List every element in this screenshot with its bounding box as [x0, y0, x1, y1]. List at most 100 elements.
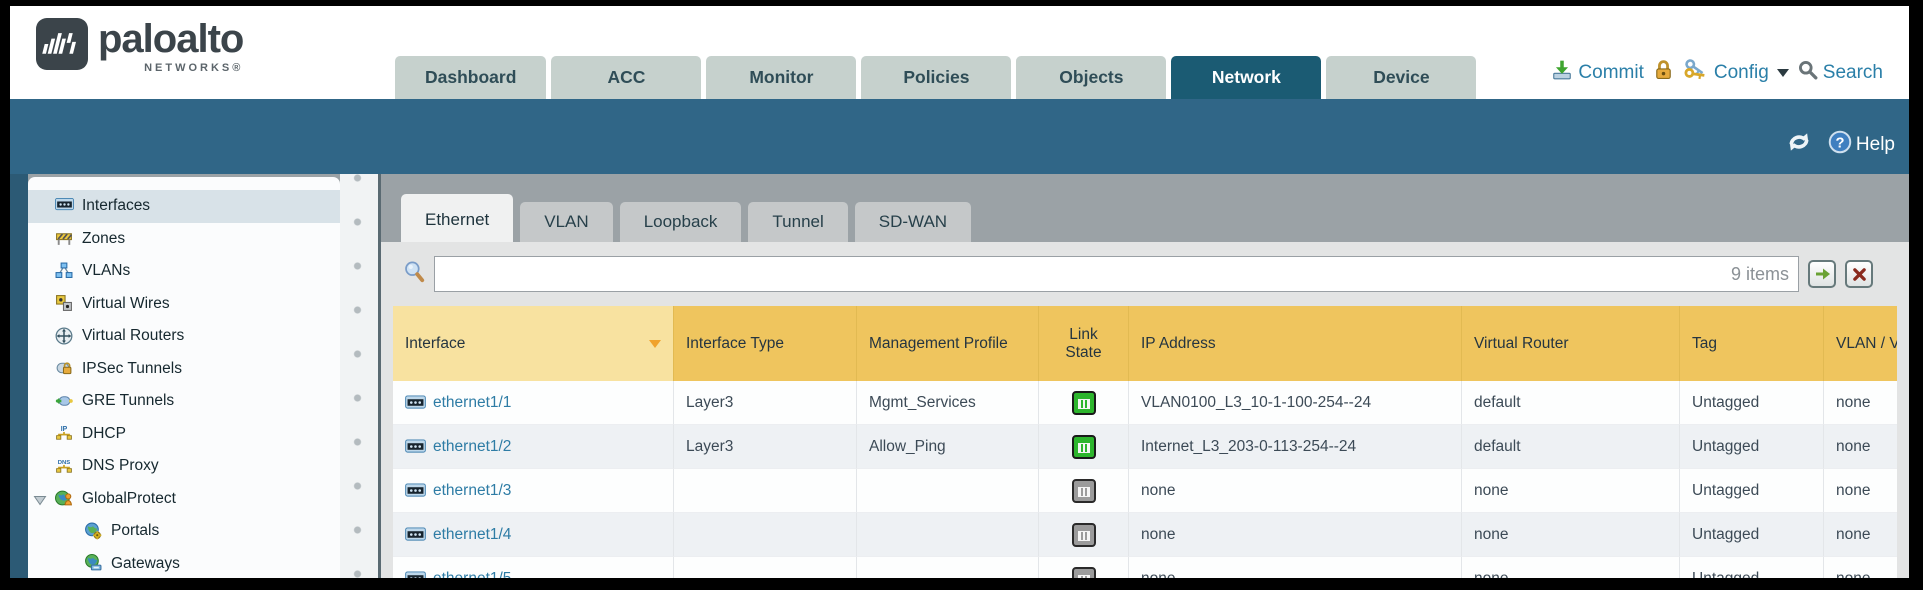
management-profile-cell: Mgmt_Services	[857, 381, 1039, 425]
column-header-virtual-router[interactable]: Virtual Router	[1462, 306, 1680, 381]
tab-objects[interactable]: Objects	[1016, 56, 1166, 99]
interface-cell: ethernet1/3	[393, 469, 674, 513]
interface-icon	[405, 483, 426, 498]
sidebar-item-vlans[interactable]: VLANs	[28, 255, 340, 288]
content-area: Interfaces Zones VLANs	[10, 174, 1909, 578]
tab-network[interactable]: Network	[1171, 56, 1321, 99]
sidebar-item-ipsec-tunnels[interactable]: IPSec Tunnels	[28, 353, 340, 386]
sidebar-splitter[interactable]	[340, 174, 381, 578]
help-label: Help	[1856, 134, 1895, 156]
table-row: ethernet1/3 none none Untagged none	[393, 469, 1897, 513]
column-header-ip-address[interactable]: IP Address	[1129, 306, 1462, 381]
interface-link[interactable]: ethernet1/2	[433, 438, 511, 456]
interfaces-table: Interface Interface Type Management Prof…	[393, 306, 1897, 578]
virtual-router-cell: default	[1462, 425, 1680, 469]
config-keys-icon	[1683, 59, 1709, 87]
sidebar-item-label: GlobalProtect	[82, 490, 176, 508]
link-state-cell	[1039, 557, 1129, 578]
tab-monitor[interactable]: Monitor	[706, 56, 856, 99]
interface-cell: ethernet1/4	[393, 513, 674, 557]
sort-dropdown-icon[interactable]	[649, 340, 661, 348]
interface-link[interactable]: ethernet1/5	[433, 570, 511, 579]
config-menu[interactable]: Config	[1683, 59, 1789, 87]
sidebar-item-zones[interactable]: Zones	[28, 223, 340, 256]
virtual-wires-icon	[55, 294, 74, 313]
interface-type-cell: Layer3	[674, 425, 857, 469]
interface-link[interactable]: ethernet1/1	[433, 394, 511, 412]
tab-vlan[interactable]: VLAN	[520, 202, 612, 242]
sidebar-item-label: GRE Tunnels	[82, 392, 174, 410]
paloalto-logo-icon	[36, 18, 88, 70]
sidebar-item-label: Gateways	[111, 555, 180, 573]
interface-cell: ethernet1/1	[393, 381, 674, 425]
sidebar-item-gre-tunnels[interactable]: GRE Tunnels	[28, 385, 340, 418]
sidebar-item-virtual-routers[interactable]: Virtual Routers	[28, 320, 340, 353]
sidebar-item-dns-proxy[interactable]: DNS DNS Proxy	[28, 450, 340, 483]
sidebar-item-interfaces[interactable]: Interfaces	[28, 190, 340, 223]
dhcp-icon: IP	[55, 424, 74, 443]
sidebar-item-gateways[interactable]: Gateways	[28, 548, 340, 579]
gre-tunnels-icon	[55, 392, 74, 411]
main-pane: Ethernet VLAN Loopback Tunnel SD-WAN 9 i…	[381, 174, 1909, 578]
tab-device[interactable]: Device	[1326, 56, 1476, 99]
header-utilities: Commit Config Search	[1551, 59, 1883, 87]
sidebar-item-label: DNS Proxy	[82, 457, 159, 475]
vlan-wire-cell: none	[1824, 425, 1897, 469]
management-profile-cell	[857, 513, 1039, 557]
vlan-wire-cell: none	[1824, 513, 1897, 557]
apply-filter-button[interactable]	[1808, 260, 1836, 288]
tab-acc[interactable]: ACC	[551, 56, 701, 99]
tab-ethernet[interactable]: Ethernet	[401, 194, 513, 242]
column-header-interface[interactable]: Interface	[393, 306, 674, 381]
sidebar-item-label: DHCP	[82, 425, 126, 443]
config-label: Config	[1714, 62, 1769, 84]
clear-filter-button[interactable]	[1845, 260, 1873, 288]
interface-icon	[405, 527, 426, 542]
sidebar-item-virtual-wires[interactable]: Virtual Wires	[28, 288, 340, 321]
sidebar-item-portals[interactable]: Portals	[28, 515, 340, 548]
top-header: paloalto NETWORKS® Dashboard ACC Monitor…	[10, 6, 1909, 99]
search-button[interactable]: Search	[1798, 60, 1883, 86]
refresh-icon[interactable]	[1786, 130, 1812, 160]
column-header-tag[interactable]: Tag	[1680, 306, 1824, 381]
interface-link[interactable]: ethernet1/3	[433, 482, 511, 500]
table-header-row: Interface Interface Type Management Prof…	[393, 306, 1897, 381]
link-state-icon	[1072, 479, 1096, 503]
table-row: ethernet1/2 Layer3 Allow_Ping Internet_L…	[393, 425, 1897, 469]
lock-icon[interactable]	[1653, 59, 1674, 87]
dns-proxy-icon: DNS	[55, 457, 74, 476]
ipsec-tunnels-icon	[55, 359, 74, 378]
column-header-vlan-wire[interactable]: VLAN / Virtual Wire	[1824, 306, 1897, 381]
sidebar-item-dhcp[interactable]: IP DHCP	[28, 418, 340, 451]
commit-button[interactable]: Commit	[1551, 59, 1643, 87]
filter-input[interactable]	[434, 256, 1799, 292]
help-button[interactable]: ? Help	[1828, 130, 1895, 160]
column-header-interface-type[interactable]: Interface Type	[674, 306, 857, 381]
column-header-link-state[interactable]: Link State	[1039, 306, 1129, 381]
interface-type-tabs: Ethernet VLAN Loopback Tunnel SD-WAN	[381, 174, 1909, 242]
sidebar-item-globalprotect[interactable]: GlobalProtect	[28, 483, 340, 516]
tag-cell: Untagged	[1680, 557, 1824, 578]
left-gutter	[10, 174, 28, 578]
vlans-icon	[55, 262, 74, 281]
table-row: ethernet1/4 none none Untagged none	[393, 513, 1897, 557]
expand-triangle-icon[interactable]	[33, 493, 47, 511]
link-state-icon	[1072, 567, 1096, 579]
sidebar-item-label: VLANs	[82, 262, 130, 280]
ip-address-cell: VLAN0100_L3_10-1-100-254--24	[1129, 381, 1462, 425]
interface-link[interactable]: ethernet1/4	[433, 526, 511, 544]
ip-address-cell: Internet_L3_203-0-113-254--24	[1129, 425, 1462, 469]
tab-tunnel[interactable]: Tunnel	[748, 202, 847, 242]
sidebar-nav: Interfaces Zones VLANs	[28, 177, 340, 578]
vlan-wire-cell: none	[1824, 557, 1897, 578]
tag-cell: Untagged	[1680, 513, 1824, 557]
tab-policies[interactable]: Policies	[861, 56, 1011, 99]
sidebar-item-label: Portals	[111, 522, 159, 540]
tab-dashboard[interactable]: Dashboard	[395, 56, 546, 99]
link-state-cell	[1039, 513, 1129, 557]
tab-loopback[interactable]: Loopback	[620, 202, 742, 242]
link-state-cell	[1039, 469, 1129, 513]
column-header-management-profile[interactable]: Management Profile	[857, 306, 1039, 381]
tab-sdwan[interactable]: SD-WAN	[855, 202, 971, 242]
sidebar-panel: Interfaces Zones VLANs	[28, 177, 340, 578]
